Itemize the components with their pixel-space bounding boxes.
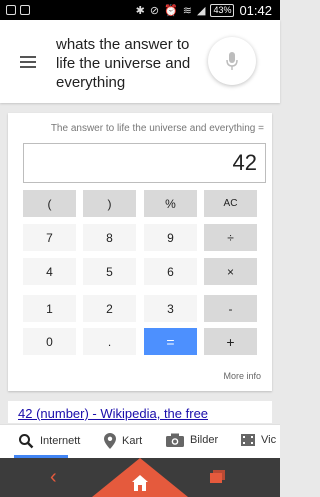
key-open-paren[interactable]: ( xyxy=(23,190,76,217)
map-pin-icon xyxy=(104,433,116,449)
tab-label: Internett xyxy=(40,435,81,447)
tab-label: Vic xyxy=(261,434,277,446)
bluetooth-icon: ✱ xyxy=(135,4,145,17)
key-decimal[interactable]: . xyxy=(83,328,136,355)
key-add[interactable]: + xyxy=(204,328,257,355)
key-subtract[interactable]: - xyxy=(204,295,257,322)
key-6[interactable]: 6 xyxy=(144,258,197,285)
camera-icon xyxy=(166,433,184,447)
key-5[interactable]: 5 xyxy=(83,258,136,285)
key-percent[interactable]: % xyxy=(144,190,197,217)
search-icon xyxy=(19,434,34,449)
home-button[interactable] xyxy=(92,458,188,497)
voice-search-button[interactable] xyxy=(208,37,256,85)
key-4[interactable]: 4 xyxy=(23,258,76,285)
key-8[interactable]: 8 xyxy=(83,224,136,251)
microphone-icon xyxy=(226,52,238,70)
notification-icon xyxy=(20,5,30,15)
back-icon[interactable]: ‹ xyxy=(50,467,57,487)
result-link[interactable]: 42 (number) - Wikipedia, the free xyxy=(18,406,208,421)
alarm-icon: ⏰ xyxy=(164,4,178,17)
wifi-icon: ≋ xyxy=(182,4,192,17)
key-1[interactable]: 1 xyxy=(23,295,76,322)
battery-level: 43% xyxy=(210,3,235,17)
menu-icon[interactable] xyxy=(20,56,36,68)
more-info-link[interactable]: More info xyxy=(223,371,261,381)
search-tabs: Internett Kart Bilder Vic xyxy=(0,424,280,458)
key-equals[interactable]: = xyxy=(144,328,197,355)
key-0[interactable]: 0 xyxy=(23,328,76,355)
notification-icon xyxy=(6,5,16,15)
calculator-card: The answer to life the universe and ever… xyxy=(8,113,272,391)
key-multiply[interactable]: × xyxy=(204,258,257,285)
key-divide[interactable]: ÷ xyxy=(204,224,257,251)
clock: 01:42 xyxy=(239,2,272,18)
key-7[interactable]: 7 xyxy=(23,224,76,251)
tab-internett[interactable]: Internett xyxy=(18,433,80,449)
recent-apps-icon[interactable] xyxy=(210,470,225,483)
key-3[interactable]: 3 xyxy=(144,295,197,322)
key-close-paren[interactable]: ) xyxy=(83,190,136,217)
video-icon xyxy=(241,434,255,446)
tab-label: Kart xyxy=(122,435,143,447)
tab-label: Bilder xyxy=(190,434,219,446)
search-header: whats the answer to life the universe an… xyxy=(0,20,280,103)
calculator-display: 42 xyxy=(23,143,266,183)
key-2[interactable]: 2 xyxy=(83,295,136,322)
key-9[interactable]: 9 xyxy=(144,224,197,251)
calculator-expression: The answer to life the universe and ever… xyxy=(50,123,264,134)
mute-icon: ⊘ xyxy=(149,4,160,17)
navigation-bar: ‹ xyxy=(0,458,280,497)
search-result-card: 42 (number) - Wikipedia, the free xyxy=(8,401,272,423)
search-query[interactable]: whats the answer to life the universe an… xyxy=(56,35,196,92)
key-clear[interactable]: AC xyxy=(204,190,257,217)
status-bar: ✱ ⊘ ⏰ ≋ ◢ 43% 01:42 xyxy=(0,0,280,20)
tab-video[interactable]: Vic xyxy=(241,433,276,447)
signal-icon: ◢ xyxy=(196,4,206,17)
tab-kart[interactable]: Kart xyxy=(104,433,142,449)
tab-bilder[interactable]: Bilder xyxy=(166,433,218,447)
